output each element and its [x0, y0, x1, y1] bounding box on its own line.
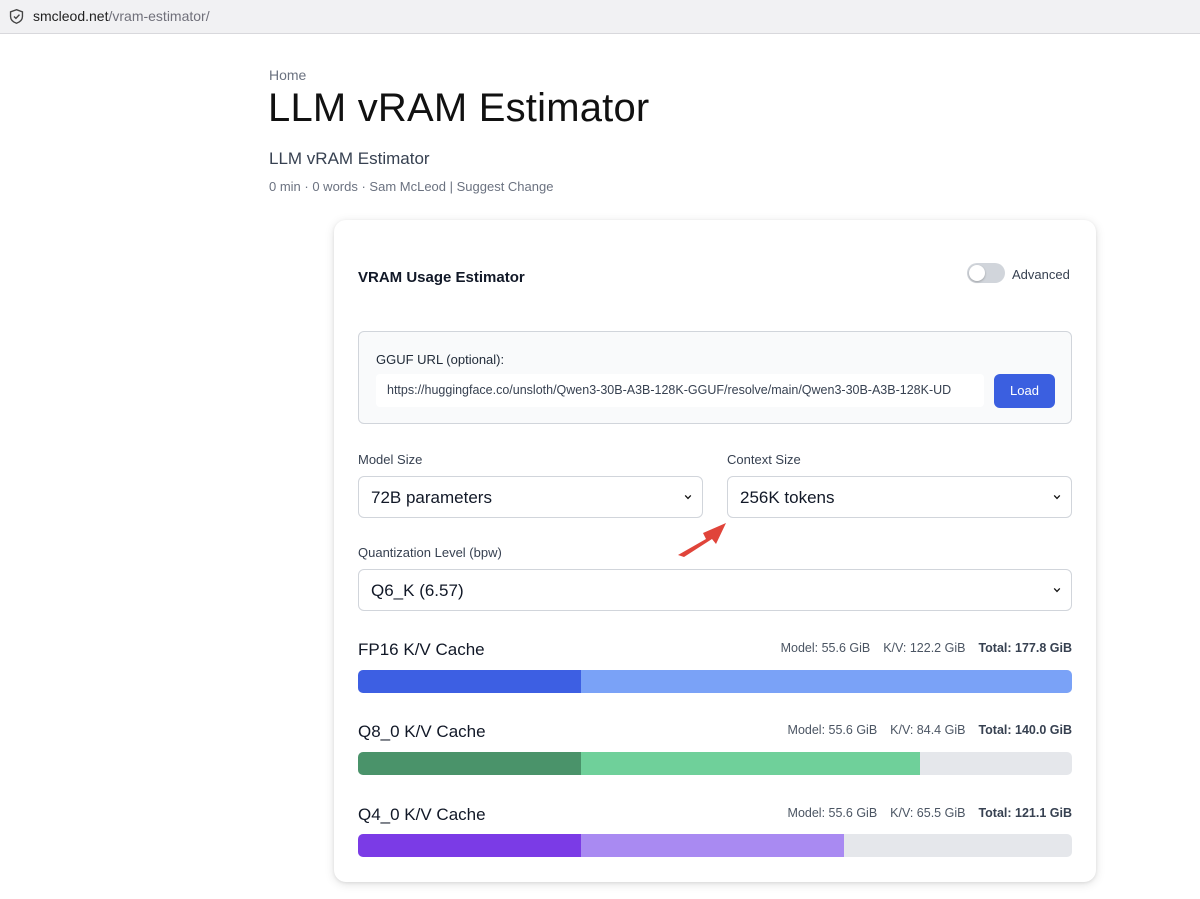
- gguf-url-input[interactable]: https://huggingface.co/unsloth/Qwen3-30B…: [376, 374, 984, 407]
- q4-kv-size: K/V: 65.5 GiB: [890, 806, 966, 820]
- fp16-usage-bar: [358, 670, 1072, 693]
- fp16-cache-stats: Model: 55.6 GiB K/V: 122.2 GiB Total: 177.…: [768, 641, 1072, 655]
- fp16-model-size: Model: 55.6 GiB: [780, 641, 871, 655]
- quantization-select[interactable]: Q6_K (6.57): [358, 569, 1072, 611]
- q8-model-size: Model: 55.6 GiB: [787, 723, 878, 737]
- advanced-label: Advanced: [1012, 267, 1070, 282]
- toggle-knob: [969, 265, 985, 281]
- quantization-label: Quantization Level (bpw): [358, 545, 502, 560]
- annotation-arrow-icon: [678, 523, 726, 557]
- q8-kv-size: K/V: 84.4 GiB: [890, 723, 966, 737]
- load-button[interactable]: Load: [994, 374, 1055, 408]
- chevron-down-icon: [1053, 494, 1061, 500]
- chevron-down-icon: [684, 494, 692, 500]
- q8-total-size: Total: 140.0 GiB: [978, 723, 1072, 737]
- quantization-value: Q6_K (6.57): [371, 581, 464, 600]
- chevron-down-icon: [1053, 587, 1061, 593]
- gguf-panel: GGUF URL (optional): https://huggingface…: [358, 331, 1072, 424]
- fp16-cache-title: FP16 K/V Cache: [358, 640, 485, 659]
- gguf-url-label: GGUF URL (optional):: [376, 352, 505, 367]
- q4-total-size: Total: 121.1 GiB: [978, 806, 1072, 820]
- url-text[interactable]: smcleod.net/vram-estimator/: [33, 8, 210, 25]
- advanced-toggle[interactable]: [967, 263, 1005, 283]
- q4-kv-segment: [581, 834, 845, 857]
- model-size-label: Model Size: [358, 452, 423, 467]
- model-size-value: 72B parameters: [371, 488, 492, 507]
- fp16-model-segment: [358, 670, 582, 693]
- fp16-kv-segment: [581, 670, 1072, 693]
- q4-model-segment: [358, 834, 582, 857]
- breadcrumb-home[interactable]: Home: [269, 67, 306, 83]
- address-bar[interactable]: smcleod.net/vram-estimator/: [0, 0, 1200, 34]
- shield-icon[interactable]: [8, 8, 25, 25]
- page-title: LLM vRAM Estimator: [268, 86, 650, 130]
- q8-cache-stats: Model: 55.6 GiB K/V: 84.4 GiB Total: 140.0…: [775, 723, 1072, 737]
- url-path: /vram-estimator/: [108, 8, 210, 24]
- post-meta: 0 min · 0 words · Sam McLeod | Suggest C…: [269, 179, 554, 194]
- q4-model-size: Model: 55.6 GiB: [787, 806, 878, 820]
- q8-cache-title: Q8_0 K/V Cache: [358, 722, 486, 741]
- q8-usage-bar: [358, 752, 1072, 775]
- q4-usage-bar: [358, 834, 1072, 857]
- context-size-select[interactable]: 256K tokens: [727, 476, 1072, 518]
- q8-model-segment: [358, 752, 582, 775]
- context-size-label: Context Size: [727, 452, 801, 467]
- q4-cache-title: Q4_0 K/V Cache: [358, 805, 486, 824]
- model-size-select[interactable]: 72B parameters: [358, 476, 703, 518]
- q4-cache-stats: Model: 55.6 GiB K/V: 65.5 GiB Total: 121.1…: [775, 806, 1072, 820]
- page-subtitle: LLM vRAM Estimator: [269, 149, 430, 168]
- q8-kv-segment: [581, 752, 920, 775]
- fp16-kv-size: K/V: 122.2 GiB: [883, 641, 966, 655]
- card-title: VRAM Usage Estimator: [358, 269, 525, 286]
- context-size-value: 256K tokens: [740, 488, 835, 507]
- url-domain: smcleod.net: [33, 8, 109, 24]
- fp16-total-size: Total: 177.8 GiB: [978, 641, 1072, 655]
